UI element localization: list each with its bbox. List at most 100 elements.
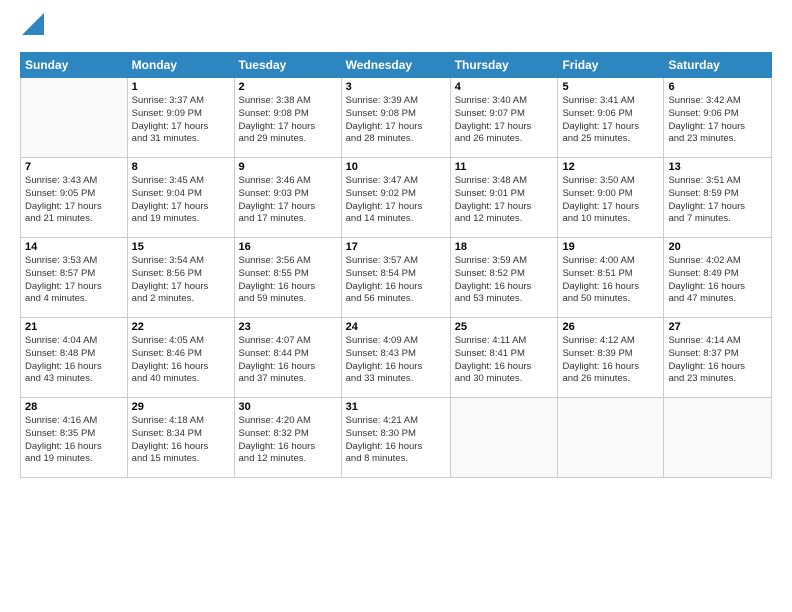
day-number: 5 <box>562 81 659 93</box>
day-info: Sunrise: 3:57 AMSunset: 8:54 PMDaylight:… <box>346 255 446 306</box>
calendar-cell: 23Sunrise: 4:07 AMSunset: 8:44 PMDayligh… <box>234 318 341 398</box>
calendar-cell: 29 Sunrise: 4:18 AMSunset: 8:34 PMDayligh… <box>127 398 234 478</box>
calendar-week-4: 28Sunrise: 4:16 AMSunset: 8:35 PMDayligh… <box>21 398 772 478</box>
day-number: 8 <box>132 161 230 173</box>
calendar-cell: 13 Sunrise: 3:51 AMSunset: 8:59 PMDayligh… <box>664 158 772 238</box>
day-info: Sunrise: 3:38 AMSunset: 9:08 PMDaylight:… <box>239 95 337 146</box>
day-number: 17 <box>346 241 446 253</box>
weekday-header-thursday: Thursday <box>450 53 558 78</box>
calendar-cell: 1 Sunrise: 3:37 AMSunset: 9:09 PMDaylight… <box>127 78 234 158</box>
weekday-header-saturday: Saturday <box>664 53 772 78</box>
day-info: Sunrise: 4:11 AMSunset: 8:41 PMDaylight:… <box>455 335 554 386</box>
calendar-cell: 15 Sunrise: 3:54 AMSunset: 8:56 PMDayligh… <box>127 238 234 318</box>
calendar-cell: 3Sunrise: 3:39 AMSunset: 9:08 PMDaylight… <box>341 78 450 158</box>
calendar-cell: 18 Sunrise: 3:59 AMSunset: 8:52 PMDayligh… <box>450 238 558 318</box>
calendar-table: SundayMondayTuesdayWednesdayThursdayFrid… <box>20 52 772 478</box>
day-info: Sunrise: 4:14 AMSunset: 8:37 PMDaylight:… <box>668 335 767 386</box>
calendar-week-2: 14 Sunrise: 3:53 AMSunset: 8:57 PMDayligh… <box>21 238 772 318</box>
weekday-header-monday: Monday <box>127 53 234 78</box>
day-info: Sunrise: 3:56 AMSunset: 8:55 PMDaylight:… <box>239 255 337 306</box>
header <box>20 18 772 40</box>
calendar-cell: 28Sunrise: 4:16 AMSunset: 8:35 PMDayligh… <box>21 398 128 478</box>
calendar-cell: 31 Sunrise: 4:21 AMSunset: 8:30 PMDayligh… <box>341 398 450 478</box>
calendar-cell: 27 Sunrise: 4:14 AMSunset: 8:37 PMDayligh… <box>664 318 772 398</box>
day-number: 20 <box>668 241 767 253</box>
calendar-cell: 11Sunrise: 3:48 AMSunset: 9:01 PMDayligh… <box>450 158 558 238</box>
day-info: Sunrise: 3:40 AMSunset: 9:07 PMDaylight:… <box>455 95 554 146</box>
day-number: 27 <box>668 321 767 333</box>
calendar-cell: 5 Sunrise: 3:41 AMSunset: 9:06 PMDaylight… <box>558 78 664 158</box>
day-info: Sunrise: 3:54 AMSunset: 8:56 PMDaylight:… <box>132 255 230 306</box>
day-info: Sunrise: 4:16 AMSunset: 8:35 PMDaylight:… <box>25 415 123 466</box>
day-info: Sunrise: 4:21 AMSunset: 8:30 PMDaylight:… <box>346 415 446 466</box>
day-number: 25 <box>455 321 554 333</box>
calendar-week-1: 7 Sunrise: 3:43 AMSunset: 9:05 PMDaylight… <box>21 158 772 238</box>
day-number: 3 <box>346 81 446 93</box>
day-number: 4 <box>455 81 554 93</box>
calendar-cell: 17 Sunrise: 3:57 AMSunset: 8:54 PMDayligh… <box>341 238 450 318</box>
calendar-cell <box>558 398 664 478</box>
day-info: Sunrise: 3:47 AMSunset: 9:02 PMDaylight:… <box>346 175 446 226</box>
calendar-cell: 4 Sunrise: 3:40 AMSunset: 9:07 PMDaylight… <box>450 78 558 158</box>
calendar-cell: 16Sunrise: 3:56 AMSunset: 8:55 PMDayligh… <box>234 238 341 318</box>
day-info: Sunrise: 3:42 AMSunset: 9:06 PMDaylight:… <box>668 95 767 146</box>
calendar-cell: 21 Sunrise: 4:04 AMSunset: 8:48 PMDayligh… <box>21 318 128 398</box>
day-info: Sunrise: 3:51 AMSunset: 8:59 PMDaylight:… <box>668 175 767 226</box>
day-info: Sunrise: 4:20 AMSunset: 8:32 PMDaylight:… <box>239 415 337 466</box>
day-info: Sunrise: 4:02 AMSunset: 8:49 PMDaylight:… <box>668 255 767 306</box>
calendar-cell: 7 Sunrise: 3:43 AMSunset: 9:05 PMDaylight… <box>21 158 128 238</box>
weekday-header-friday: Friday <box>558 53 664 78</box>
day-info: Sunrise: 4:18 AMSunset: 8:34 PMDaylight:… <box>132 415 230 466</box>
day-info: Sunrise: 4:05 AMSunset: 8:46 PMDaylight:… <box>132 335 230 386</box>
calendar-cell: 20 Sunrise: 4:02 AMSunset: 8:49 PMDayligh… <box>664 238 772 318</box>
calendar-week-3: 21 Sunrise: 4:04 AMSunset: 8:48 PMDayligh… <box>21 318 772 398</box>
day-number: 22 <box>132 321 230 333</box>
calendar-cell: 14 Sunrise: 3:53 AMSunset: 8:57 PMDayligh… <box>21 238 128 318</box>
day-number: 29 <box>132 401 230 413</box>
day-info: Sunrise: 4:04 AMSunset: 8:48 PMDaylight:… <box>25 335 123 386</box>
day-info: Sunrise: 4:12 AMSunset: 8:39 PMDaylight:… <box>562 335 659 386</box>
day-number: 11 <box>455 161 554 173</box>
calendar-week-0: 1 Sunrise: 3:37 AMSunset: 9:09 PMDaylight… <box>21 78 772 158</box>
calendar-cell: 12 Sunrise: 3:50 AMSunset: 9:00 PMDayligh… <box>558 158 664 238</box>
day-number: 18 <box>455 241 554 253</box>
day-number: 6 <box>668 81 767 93</box>
day-info: Sunrise: 4:00 AMSunset: 8:51 PMDaylight:… <box>562 255 659 306</box>
calendar-cell: 2 Sunrise: 3:38 AMSunset: 9:08 PMDaylight… <box>234 78 341 158</box>
day-number: 30 <box>239 401 337 413</box>
day-number: 14 <box>25 241 123 253</box>
day-number: 13 <box>668 161 767 173</box>
day-info: Sunrise: 3:43 AMSunset: 9:05 PMDaylight:… <box>25 175 123 226</box>
day-info: Sunrise: 3:59 AMSunset: 8:52 PMDaylight:… <box>455 255 554 306</box>
calendar-cell: 10 Sunrise: 3:47 AMSunset: 9:02 PMDayligh… <box>341 158 450 238</box>
day-number: 9 <box>239 161 337 173</box>
day-info: Sunrise: 3:37 AMSunset: 9:09 PMDaylight:… <box>132 95 230 146</box>
day-info: Sunrise: 4:09 AMSunset: 8:43 PMDaylight:… <box>346 335 446 386</box>
calendar-cell: 6 Sunrise: 3:42 AMSunset: 9:06 PMDaylight… <box>664 78 772 158</box>
day-number: 12 <box>562 161 659 173</box>
calendar-cell: 8Sunrise: 3:45 AMSunset: 9:04 PMDaylight… <box>127 158 234 238</box>
day-number: 21 <box>25 321 123 333</box>
day-number: 15 <box>132 241 230 253</box>
day-info: Sunrise: 3:53 AMSunset: 8:57 PMDaylight:… <box>25 255 123 306</box>
day-number: 10 <box>346 161 446 173</box>
day-number: 24 <box>346 321 446 333</box>
calendar-cell: 19 Sunrise: 4:00 AMSunset: 8:51 PMDayligh… <box>558 238 664 318</box>
logo <box>20 18 44 40</box>
calendar-cell: 9 Sunrise: 3:46 AMSunset: 9:03 PMDaylight… <box>234 158 341 238</box>
calendar-cell: 26 Sunrise: 4:12 AMSunset: 8:39 PMDayligh… <box>558 318 664 398</box>
calendar-cell: 22 Sunrise: 4:05 AMSunset: 8:46 PMDayligh… <box>127 318 234 398</box>
day-number: 26 <box>562 321 659 333</box>
day-info: Sunrise: 3:41 AMSunset: 9:06 PMDaylight:… <box>562 95 659 146</box>
weekday-header-tuesday: Tuesday <box>234 53 341 78</box>
calendar-cell: 25 Sunrise: 4:11 AMSunset: 8:41 PMDayligh… <box>450 318 558 398</box>
weekday-header-wednesday: Wednesday <box>341 53 450 78</box>
day-number: 19 <box>562 241 659 253</box>
day-info: Sunrise: 3:50 AMSunset: 9:00 PMDaylight:… <box>562 175 659 226</box>
day-info: Sunrise: 3:46 AMSunset: 9:03 PMDaylight:… <box>239 175 337 226</box>
calendar-cell: 24 Sunrise: 4:09 AMSunset: 8:43 PMDayligh… <box>341 318 450 398</box>
day-number: 2 <box>239 81 337 93</box>
day-number: 7 <box>25 161 123 173</box>
day-number: 31 <box>346 401 446 413</box>
day-number: 1 <box>132 81 230 93</box>
